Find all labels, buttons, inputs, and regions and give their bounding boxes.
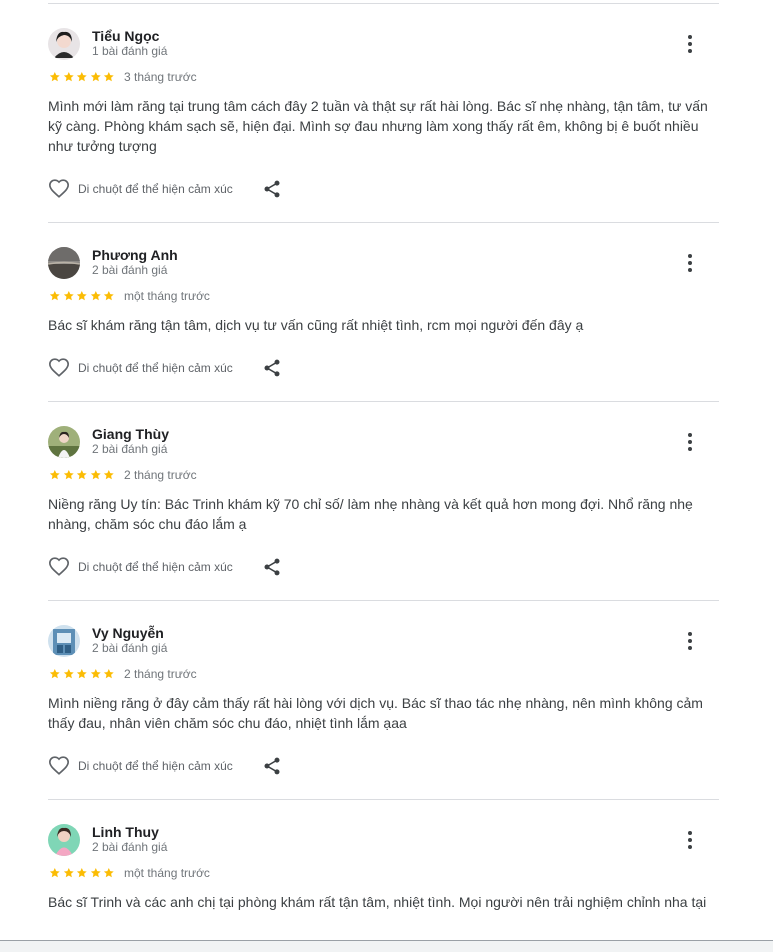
more-options-button[interactable] — [676, 625, 704, 657]
review-actions: Di chuột để thể hiện cảm xúc — [48, 357, 348, 381]
review-text: Mình mới làm răng tại trung tâm cách đây… — [48, 98, 708, 154]
star-icon — [90, 291, 101, 301]
star-icon — [77, 868, 87, 878]
star-rating — [48, 71, 116, 83]
star-icon — [49, 291, 60, 301]
star-icon — [104, 470, 115, 480]
reviewer-review-count: 2 bài đánh giá — [92, 641, 168, 655]
reviewer-review-count: 2 bài đánh giá — [92, 840, 168, 854]
reviewer-name[interactable]: Linh Thuy — [92, 824, 159, 840]
more-vert-icon — [688, 433, 692, 437]
heart-outline-icon[interactable] — [48, 556, 70, 578]
reviewer-review-count: 1 bài đánh giá — [92, 44, 168, 58]
heart-outline-icon[interactable] — [48, 178, 70, 200]
review-actions: Di chuột để thể hiện cảm xúc — [48, 556, 348, 580]
more-vert-icon — [688, 831, 692, 835]
star-rating — [48, 469, 116, 481]
more-options-button[interactable] — [676, 426, 704, 458]
review-time: một tháng trước — [124, 289, 210, 303]
review-text: Bác sĩ khám răng tận tâm, dịch vụ tư vấn… — [48, 317, 584, 333]
star-icon — [63, 669, 74, 679]
star-icon — [77, 669, 87, 679]
star-icon — [49, 868, 60, 878]
star-icon — [63, 470, 74, 480]
star-icon — [90, 72, 101, 82]
review-text: Mình niềng răng ở đây cảm thấy rất hài l… — [48, 695, 703, 731]
more-options-button[interactable] — [676, 28, 704, 60]
avatar[interactable] — [48, 625, 80, 657]
star-icon — [77, 291, 87, 301]
heart-outline-icon[interactable] — [48, 357, 70, 379]
star-icon — [104, 291, 115, 301]
star-icon — [49, 72, 60, 82]
more-vert-icon — [688, 35, 692, 39]
review-time: 2 tháng trước — [124, 468, 197, 482]
star-icon — [77, 470, 87, 480]
reviewer-name[interactable]: Giang Thùy — [92, 426, 169, 442]
review-text: Bác sĩ Trinh và các anh chị tại phòng kh… — [48, 894, 707, 910]
more-options-button[interactable] — [676, 247, 704, 279]
review-time: 3 tháng trước — [124, 70, 197, 84]
more-options-button[interactable] — [676, 824, 704, 856]
star-icon — [63, 868, 74, 878]
review-actions: Di chuột để thể hiện cảm xúc — [48, 178, 348, 202]
avatar[interactable] — [48, 247, 80, 279]
star-rating — [48, 867, 116, 879]
avatar[interactable] — [48, 824, 80, 856]
star-icon — [63, 72, 74, 82]
review-actions: Di chuột để thể hiện cảm xúc — [48, 755, 348, 779]
reviewer-name[interactable]: Vy Nguyễn — [92, 625, 164, 641]
review-time: một tháng trước — [124, 866, 210, 880]
star-icon — [90, 470, 101, 480]
share-icon[interactable] — [262, 557, 282, 577]
review-time: 2 tháng trước — [124, 667, 197, 681]
reaction-label: Di chuột để thể hiện cảm xúc — [78, 182, 233, 196]
star-icon — [104, 868, 115, 878]
reaction-label: Di chuột để thể hiện cảm xúc — [78, 759, 233, 773]
star-icon — [49, 669, 60, 679]
share-icon[interactable] — [262, 358, 282, 378]
star-rating — [48, 290, 116, 302]
review-divider — [48, 600, 719, 601]
reaction-label: Di chuột để thể hiện cảm xúc — [78, 361, 233, 375]
review-divider — [48, 401, 719, 402]
star-icon — [90, 669, 101, 679]
more-vert-icon — [688, 254, 692, 258]
star-icon — [77, 72, 87, 82]
avatar[interactable] — [48, 426, 80, 458]
heart-outline-icon[interactable] — [48, 755, 70, 777]
review-text: Niềng răng Uy tín: Bác Trinh khám kỹ 70 … — [48, 496, 693, 532]
star-icon — [63, 291, 74, 301]
reviewer-name[interactable]: Tiểu Ngọc — [92, 28, 159, 44]
top-divider — [48, 3, 719, 4]
more-vert-icon — [688, 632, 692, 636]
star-icon — [104, 72, 115, 82]
avatar[interactable] — [48, 28, 80, 60]
share-icon[interactable] — [262, 179, 282, 199]
reviewer-name[interactable]: Phương Anh — [92, 247, 178, 263]
star-icon — [49, 470, 60, 480]
star-rating — [48, 668, 116, 680]
share-icon[interactable] — [262, 756, 282, 776]
review-divider — [48, 799, 719, 800]
review-divider — [48, 222, 719, 223]
reviewer-review-count: 2 bài đánh giá — [92, 263, 168, 277]
star-icon — [104, 669, 115, 679]
bottom-edge — [0, 940, 773, 952]
reviewer-review-count: 2 bài đánh giá — [92, 442, 168, 456]
star-icon — [90, 868, 101, 878]
reaction-label: Di chuột để thể hiện cảm xúc — [78, 560, 233, 574]
